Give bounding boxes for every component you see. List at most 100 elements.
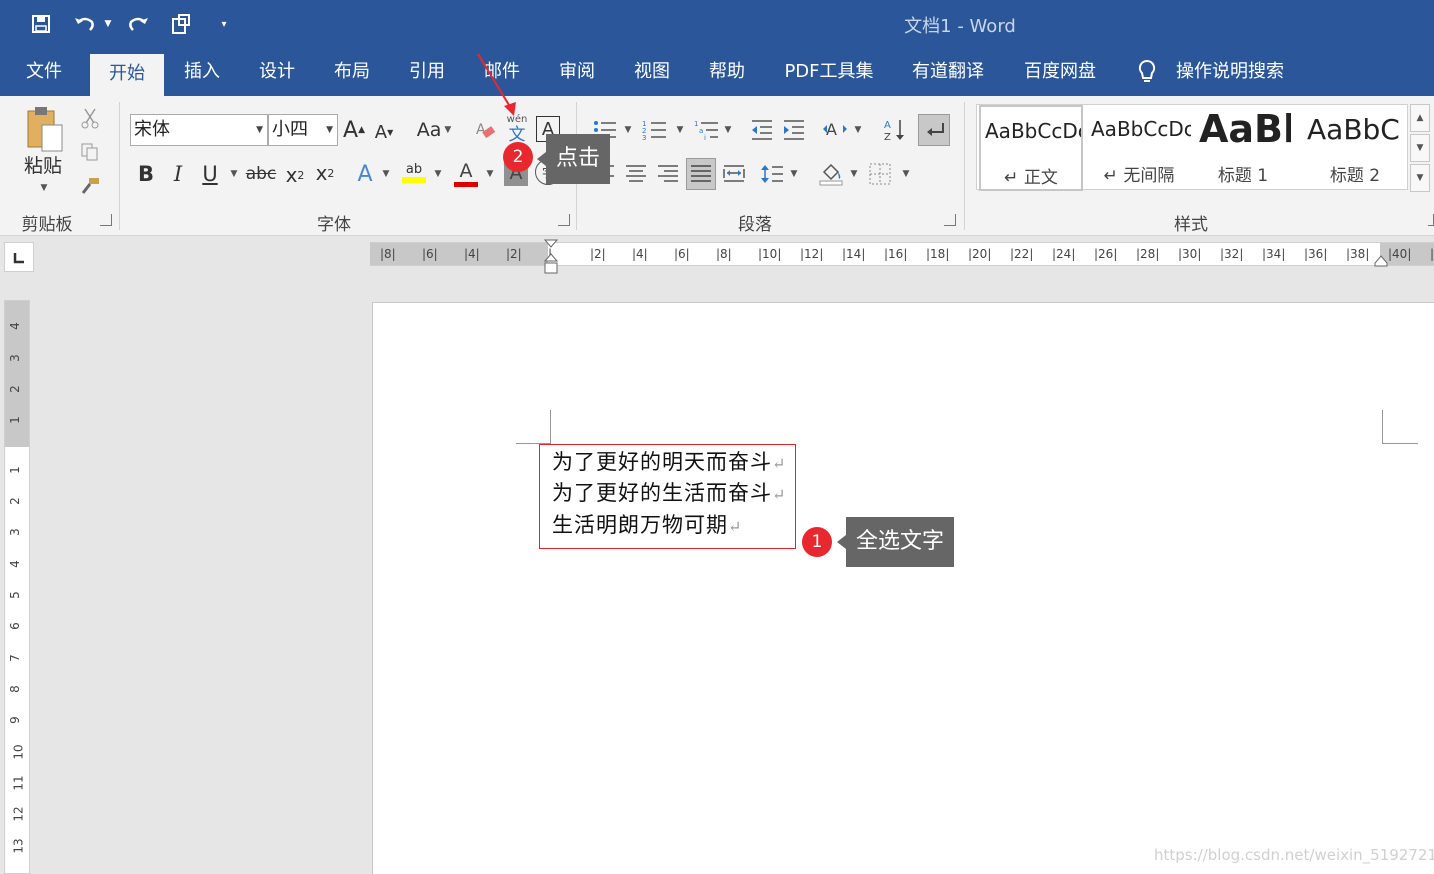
indent-marker-icon[interactable] xyxy=(544,238,558,274)
justify-icon[interactable] xyxy=(686,158,716,190)
text-effects-icon[interactable]: A xyxy=(352,160,378,188)
tab-file[interactable]: 文件 xyxy=(10,48,78,96)
clipboard-launcher-icon[interactable] xyxy=(100,214,112,226)
numbering-dropdown-icon[interactable]: ▼ xyxy=(674,124,686,136)
ruler-tick-label: |10| xyxy=(758,247,782,261)
show-formatting-marks-icon[interactable] xyxy=(918,114,950,146)
style-heading-2[interactable]: AaBbC 标题 2 xyxy=(1303,105,1407,191)
style-name: 标题 2 xyxy=(1329,166,1381,186)
style-no-spacing[interactable]: AaBbCcDc ↵ 无间隔 xyxy=(1087,105,1191,191)
bullets-dropdown-icon[interactable]: ▼ xyxy=(622,124,634,136)
vertical-ruler[interactable]: 4 3 2 1 1 2 3 4 5 6 7 8 9 10 11 12 13 xyxy=(4,300,30,874)
font-color-dropdown-icon[interactable]: ▼ xyxy=(484,168,496,180)
style-normal[interactable]: AaBbCcDc ↵ 正文 xyxy=(979,105,1083,191)
group-separator xyxy=(119,102,120,230)
chinese-layout-dropdown-icon[interactable]: ▼ xyxy=(852,124,864,136)
ruler-tick-label: 7 xyxy=(7,654,22,662)
highlight-color-icon[interactable]: ab xyxy=(400,158,428,188)
strikethrough-button[interactable]: abc xyxy=(246,160,277,188)
clear-formatting-icon[interactable]: A xyxy=(472,116,498,144)
shrink-font-icon[interactable]: A ▼ xyxy=(372,118,396,146)
tab-insert[interactable]: 插入 xyxy=(170,48,234,96)
font-size-value: 小四 xyxy=(272,119,308,140)
line-spacing-dropdown-icon[interactable]: ▼ xyxy=(788,168,800,180)
ruler-tick-label: |4| xyxy=(632,247,648,261)
document-page[interactable] xyxy=(372,302,1434,874)
undo-icon[interactable] xyxy=(70,10,100,38)
tab-design[interactable]: 设计 xyxy=(245,48,309,96)
shading-dropdown-icon[interactable]: ▼ xyxy=(848,168,860,180)
tab-baidu-pan[interactable]: 百度网盘 xyxy=(1010,48,1110,96)
font-color-icon[interactable]: A xyxy=(452,158,480,188)
tell-me-search[interactable]: 操作说明搜索 xyxy=(1170,48,1290,96)
gallery-more-icon[interactable]: ▼ xyxy=(1410,164,1430,192)
ruler-tick-label: 2 xyxy=(7,385,22,393)
ruler-tick-label: 6 xyxy=(7,622,22,630)
ruler-tick-label: 12 xyxy=(11,806,26,822)
font-color-bar xyxy=(454,181,478,187)
font-size-dropdown-icon[interactable]: ▼ xyxy=(326,115,333,145)
borders-dropdown-icon[interactable]: ▼ xyxy=(900,168,912,180)
tab-pdf-tools[interactable]: PDF工具集 xyxy=(770,48,888,96)
tab-references[interactable]: 引用 xyxy=(395,48,459,96)
cut-icon[interactable] xyxy=(78,106,102,130)
subscript-button[interactable]: x2 xyxy=(282,160,308,190)
align-right-icon[interactable] xyxy=(654,160,682,188)
chinese-layout-icon[interactable]: A xyxy=(820,116,850,144)
paste-dropdown-icon[interactable]: ▼ xyxy=(38,182,50,194)
sort-icon[interactable]: AZ xyxy=(880,116,908,144)
format-painter-icon[interactable] xyxy=(78,174,102,198)
shading-icon[interactable] xyxy=(816,160,846,188)
ribbon-tabs: 文件 开始 插入 设计 布局 引用 邮件 审阅 视图 帮助 PDF工具集 有道翻… xyxy=(0,48,1434,96)
tab-layout[interactable]: 布局 xyxy=(320,48,384,96)
tab-home[interactable]: 开始 xyxy=(90,54,164,96)
grow-font-icon[interactable]: A ▲ xyxy=(342,116,366,144)
font-name-combo[interactable]: 宋体 ▼ xyxy=(130,114,268,146)
ruler-tick-label: 1 xyxy=(7,416,22,424)
tab-help[interactable]: 帮助 xyxy=(695,48,759,96)
horizontal-ruler[interactable]: |8| |6| |4| |2| | |2| |4| |6| |8| |10| |12| |14| |16… xyxy=(370,242,1434,266)
ruler-tick-label: |6| xyxy=(422,247,438,261)
line-spacing-icon[interactable] xyxy=(758,160,786,188)
style-heading-1[interactable]: AaBl 标题 1 xyxy=(1195,105,1291,191)
paragraph-launcher-icon[interactable] xyxy=(944,214,956,226)
text-effects-dropdown-icon[interactable]: ▼ xyxy=(380,168,392,180)
tab-review[interactable]: 审阅 xyxy=(545,48,609,96)
paste-icon[interactable] xyxy=(20,104,68,156)
change-case-icon[interactable]: Aa ▼ xyxy=(412,116,456,144)
copy-icon[interactable] xyxy=(78,140,102,164)
italic-button[interactable]: I xyxy=(166,160,190,188)
gallery-scroll-up-icon[interactable]: ▲ xyxy=(1410,104,1430,132)
font-name-dropdown-icon[interactable]: ▼ xyxy=(256,115,263,145)
customize-qat-icon[interactable]: ▾ xyxy=(216,10,232,38)
redo-icon[interactable] xyxy=(124,10,152,38)
underline-dropdown-icon[interactable]: ▼ xyxy=(228,168,240,180)
paste-label[interactable]: 粘贴 xyxy=(18,152,68,177)
tab-view[interactable]: 视图 xyxy=(620,48,684,96)
increase-indent-icon[interactable] xyxy=(780,116,808,144)
decrease-indent-icon[interactable] xyxy=(748,116,776,144)
styles-gallery: AaBbCcDc ↵ 正文 AaBbCcDc ↵ 无间隔 AaBl 标题 1 A… xyxy=(976,104,1408,191)
tab-youdao-translate[interactable]: 有道翻译 xyxy=(898,48,998,96)
align-center-icon[interactable] xyxy=(622,160,650,188)
save-icon[interactable] xyxy=(28,10,54,38)
ruler-tick-label: 11 xyxy=(11,775,26,791)
highlight-dropdown-icon[interactable]: ▼ xyxy=(432,168,444,180)
multilevel-list-icon[interactable]: 1ai xyxy=(692,116,722,144)
gallery-scroll-down-icon[interactable]: ▼ xyxy=(1410,134,1430,162)
font-launcher-icon[interactable] xyxy=(558,214,570,226)
lightbulb-icon[interactable] xyxy=(1134,58,1160,86)
bold-button[interactable]: B xyxy=(134,160,158,188)
tab-selector[interactable] xyxy=(4,242,34,272)
multilevel-dropdown-icon[interactable]: ▼ xyxy=(722,124,734,136)
right-indent-marker-icon[interactable] xyxy=(1374,254,1388,268)
touch-mode-icon[interactable] xyxy=(168,10,194,38)
styles-launcher-icon[interactable] xyxy=(1428,214,1434,226)
undo-dropdown-icon[interactable]: ▼ xyxy=(102,10,114,38)
underline-button[interactable]: U xyxy=(198,160,222,188)
distributed-icon[interactable] xyxy=(720,160,748,188)
font-size-combo[interactable]: 小四 ▼ xyxy=(268,114,338,146)
numbering-icon[interactable]: 123 xyxy=(640,116,670,144)
borders-icon[interactable] xyxy=(866,160,894,188)
superscript-button[interactable]: x2 xyxy=(312,158,338,188)
